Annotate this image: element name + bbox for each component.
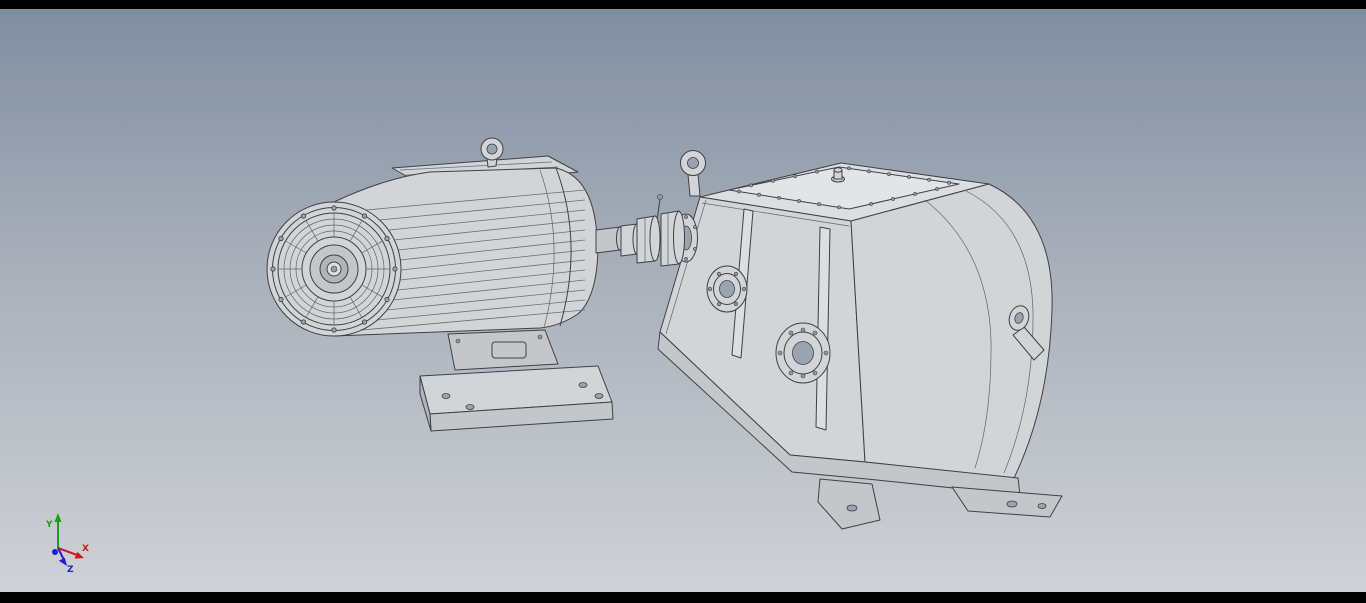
z-axis-label: Z bbox=[67, 565, 74, 575]
letterbox-bottom bbox=[0, 592, 1366, 603]
letterbox-top bbox=[0, 0, 1366, 9]
gearbox-bearing-port-mid[interactable] bbox=[706, 265, 748, 313]
gearbox-bearing-port-low[interactable] bbox=[775, 322, 831, 384]
y-axis-label: Y bbox=[45, 520, 53, 530]
triad-origin-dot bbox=[52, 549, 58, 555]
x-axis-label: X bbox=[82, 544, 89, 554]
motor-front-face[interactable] bbox=[266, 201, 402, 337]
cad-viewport[interactable]: Y X Z bbox=[0, 0, 1366, 603]
